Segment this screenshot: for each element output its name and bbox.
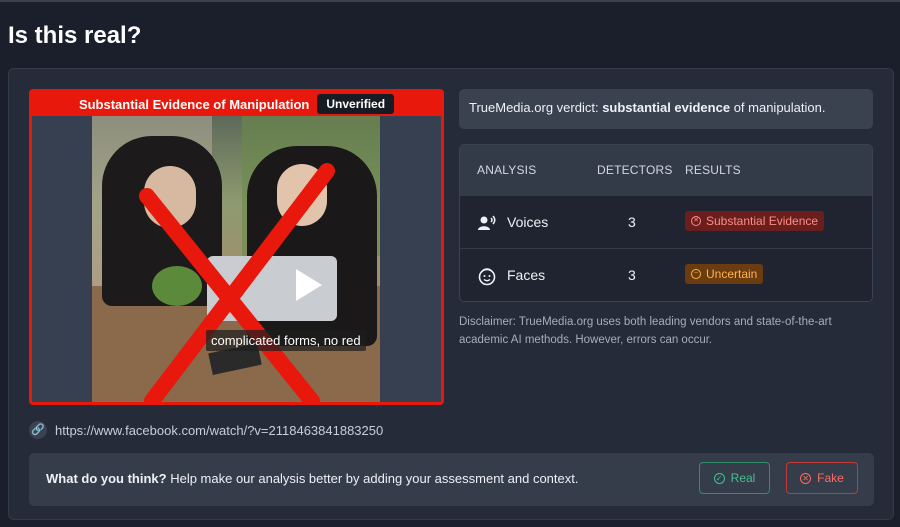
page-title: Is this real? bbox=[8, 22, 142, 49]
result-badge-uncertain: − Uncertain bbox=[685, 264, 764, 284]
unverified-badge: Unverified bbox=[317, 94, 395, 114]
fake-button[interactable]: ✕ Fake bbox=[786, 462, 858, 494]
video-caption: complicated forms, no red bbox=[206, 330, 366, 351]
analysis-table: ANALYSIS DETECTORS RESULTS Voices 3 ✕ Su… bbox=[459, 144, 873, 302]
real-button[interactable]: ✓ Real bbox=[699, 462, 770, 494]
real-button-label: Real bbox=[730, 471, 756, 485]
link-icon: 🔗 bbox=[29, 421, 47, 439]
x-circle-icon: ✕ bbox=[691, 216, 701, 226]
disclaimer-text: Disclaimer: TrueMedia.org uses both lead… bbox=[459, 316, 832, 346]
header-detectors: DETECTORS bbox=[597, 163, 673, 177]
row-count-faces: 3 bbox=[628, 267, 636, 283]
x-circle-icon: ✕ bbox=[800, 472, 812, 484]
table-header: ANALYSIS DETECTORS RESULTS bbox=[460, 145, 872, 195]
fake-button-label: Fake bbox=[817, 471, 844, 485]
face-scan-icon bbox=[478, 268, 496, 286]
feedback-bar: What do you think? Help make our analysi… bbox=[29, 453, 874, 506]
play-icon[interactable] bbox=[296, 269, 322, 301]
feedback-text: What do you think? Help make our analysi… bbox=[46, 471, 578, 486]
header-analysis: ANALYSIS bbox=[477, 163, 537, 177]
table-row-voices: Voices 3 ✕ Substantial Evidence bbox=[460, 195, 872, 248]
check-circle-icon: ✓ bbox=[713, 472, 725, 484]
result-text-faces: Uncertain bbox=[706, 267, 758, 281]
result-text-voices: Substantial Evidence bbox=[706, 214, 819, 228]
result-badge-substantial: ✕ Substantial Evidence bbox=[685, 211, 825, 231]
table-row-faces: Faces 3 − Uncertain bbox=[460, 248, 872, 301]
top-divider bbox=[0, 0, 900, 2]
verdict-prefix: TrueMedia.org verdict: bbox=[469, 100, 603, 115]
feedback-prompt: Help make our analysis better by adding … bbox=[166, 471, 579, 486]
verdict-box: TrueMedia.org verdict: substantial evide… bbox=[459, 89, 873, 129]
banner-text: Substantial Evidence of Manipulation bbox=[78, 96, 310, 112]
verdict-suffix: of manipulation. bbox=[730, 100, 826, 115]
video-player[interactable]: Substantial Evidence of Manipulation Unv… bbox=[29, 89, 444, 405]
row-label-faces: Faces bbox=[507, 267, 546, 283]
voice-icon bbox=[478, 215, 496, 230]
row-label-voices: Voices bbox=[507, 214, 549, 230]
header-results: RESULTS bbox=[685, 163, 741, 177]
source-url-link[interactable]: https://www.facebook.com/watch/?v=211846… bbox=[55, 423, 383, 438]
analysis-card: Substantial Evidence of Manipulation Unv… bbox=[8, 68, 894, 520]
manipulation-banner: Substantial Evidence of Manipulation Unv… bbox=[32, 92, 441, 116]
minus-circle-icon: − bbox=[691, 269, 701, 279]
feedback-question: What do you think? bbox=[46, 471, 167, 486]
red-x-icon bbox=[139, 163, 335, 402]
video-thumbnail[interactable]: complicated forms, no red bbox=[92, 116, 380, 402]
verdict-emphasis: substantial evidence bbox=[602, 100, 731, 115]
row-count-voices: 3 bbox=[628, 214, 636, 230]
